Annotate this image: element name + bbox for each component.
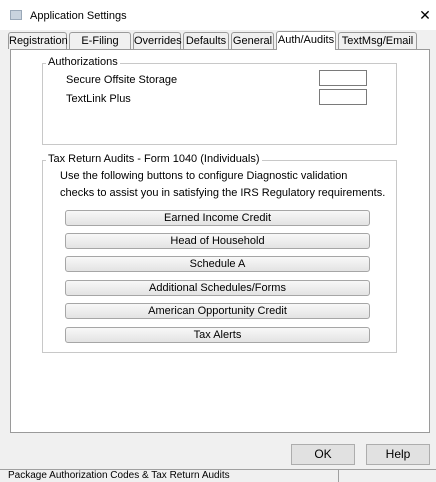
ok-button[interactable]: OK — [291, 444, 355, 465]
tab-defaults[interactable]: Defaults — [183, 32, 229, 49]
tax-alerts-button[interactable]: Tax Alerts — [65, 327, 370, 343]
status-divider — [338, 470, 339, 482]
head-of-household-button[interactable]: Head of Household — [65, 233, 370, 249]
tax-return-audits-group: Tax Return Audits - Form 1040 (Individua… — [42, 153, 397, 353]
textlink-plus-label: TextLink Plus — [66, 93, 131, 105]
tab-panel-auth-audits: Authorizations Secure Offsite Storage Te… — [10, 49, 430, 433]
tab-auth-audits[interactable]: Auth/Audits — [276, 31, 336, 50]
secure-offsite-storage-field[interactable] — [319, 70, 367, 86]
authorizations-group: Authorizations Secure Offsite Storage Te… — [42, 56, 397, 145]
earned-income-credit-button[interactable]: Earned Income Credit — [65, 210, 370, 226]
tab-registration[interactable]: Registration — [8, 32, 68, 49]
authorizations-legend: Authorizations — [46, 56, 120, 68]
american-opportunity-credit-button[interactable]: American Opportunity Credit — [65, 303, 370, 319]
app-window-icon — [10, 10, 22, 20]
status-text: Package Authorization Codes & Tax Return… — [8, 470, 230, 481]
help-button[interactable]: Help — [366, 444, 430, 465]
title-bar: Application Settings ✕ — [0, 0, 436, 30]
status-bar: Package Authorization Codes & Tax Return… — [0, 469, 436, 482]
close-icon[interactable]: ✕ — [414, 4, 436, 26]
tab-textmsg-email[interactable]: TextMsg/Email — [338, 32, 417, 49]
audits-description-line-2: checks to assist you in satisfying the I… — [60, 187, 386, 199]
audits-description-line-1: Use the following buttons to configure D… — [60, 170, 348, 182]
additional-schedules-forms-button[interactable]: Additional Schedules/Forms — [65, 280, 370, 296]
tab-general[interactable]: General — [231, 32, 274, 49]
tab-overrides[interactable]: Overrides — [133, 32, 182, 49]
schedule-a-button[interactable]: Schedule A — [65, 256, 370, 272]
tax-return-audits-legend: Tax Return Audits - Form 1040 (Individua… — [46, 153, 262, 165]
secure-offsite-storage-label: Secure Offsite Storage — [66, 74, 178, 86]
window-title: Application Settings — [30, 10, 127, 22]
textlink-plus-field[interactable] — [319, 89, 367, 105]
tab-e-filing[interactable]: E-Filing — [69, 32, 131, 49]
